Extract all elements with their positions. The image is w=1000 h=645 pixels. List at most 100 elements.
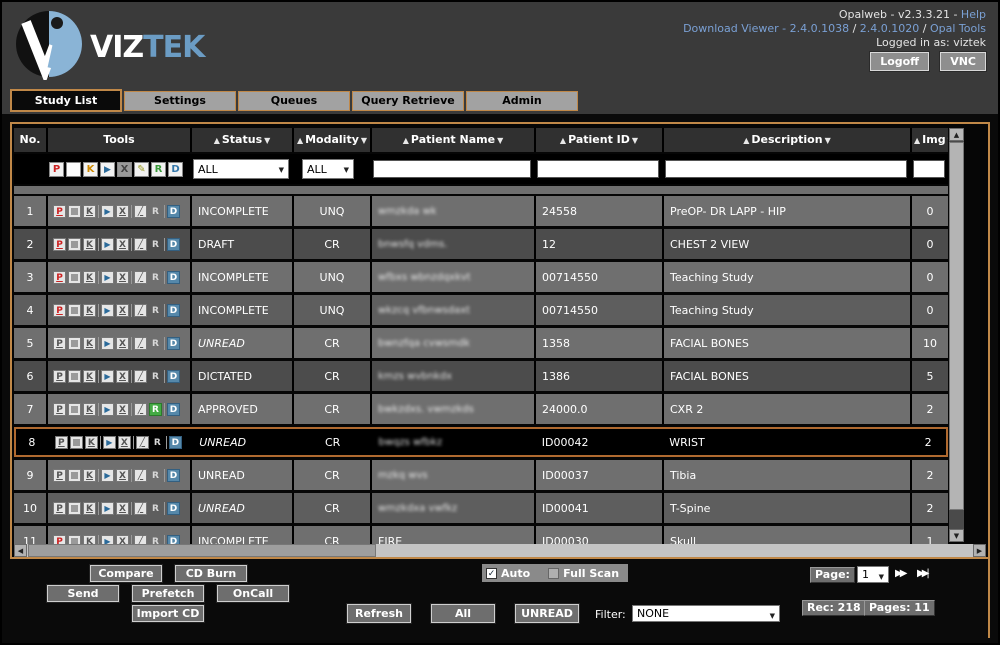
tool-x-icon[interactable]: X — [116, 469, 129, 482]
table-row[interactable]: 11PK▶X╱RDINCOMPLETECRFIREID00030Skull1 — [14, 526, 948, 544]
tool-select-checkbox-icon[interactable] — [68, 205, 81, 218]
sort-asc-icon[interactable]: ▲ — [295, 136, 305, 145]
sort-desc-icon[interactable]: ▼ — [946, 136, 948, 145]
tool-p-icon[interactable]: P — [53, 337, 66, 350]
column-header-img[interactable]: ▲Img▼ — [910, 128, 948, 152]
tool-play-icon[interactable]: ▶ — [100, 162, 115, 177]
tool-play-icon[interactable]: ▶ — [101, 205, 114, 218]
tool-d-icon[interactable]: D — [167, 535, 180, 545]
tool-k-icon[interactable]: K — [83, 502, 96, 515]
tool-k-icon[interactable]: K — [85, 436, 98, 449]
import-cd-button[interactable]: Import CD — [132, 605, 204, 622]
scroll-down-icon[interactable]: ▼ — [949, 529, 964, 542]
opal-tools-link[interactable]: Opal Tools — [930, 22, 986, 35]
tool-select-checkbox-icon[interactable] — [68, 469, 81, 482]
column-header-modality[interactable]: ▲Modality▼ — [292, 128, 370, 152]
sort-desc-icon[interactable]: ▼ — [823, 136, 833, 145]
tool-d-icon[interactable]: D — [167, 502, 180, 515]
sort-asc-icon[interactable]: ▲ — [401, 136, 411, 145]
table-row[interactable]: 8PK▶X╱RDUNREADCRbwqzs wfbkzID00042WRIST2 — [14, 427, 948, 457]
img-filter-input[interactable] — [913, 160, 945, 178]
next-page-icon[interactable]: ▶▶ — [895, 568, 904, 579]
tool-play-icon[interactable]: ▶ — [101, 271, 114, 284]
sort-asc-icon[interactable]: ▲ — [912, 136, 922, 145]
description-filter-input[interactable] — [665, 160, 907, 178]
modality-filter-dropdown[interactable]: ALL — [302, 159, 354, 179]
oncall-button[interactable]: OnCall — [217, 585, 289, 602]
tool-p-icon[interactable]: P — [53, 502, 66, 515]
column-header-status[interactable]: ▲Status▼ — [190, 128, 292, 152]
tool-select-checkbox-icon[interactable] — [68, 370, 81, 383]
tool-play-icon[interactable]: ▶ — [101, 370, 114, 383]
tool-r-icon[interactable]: R — [149, 469, 162, 482]
tool-x-icon[interactable]: X — [116, 205, 129, 218]
table-row[interactable]: 6PK▶X╱RDDICTATEDCRkmzs wvbnkdx1386FACIAL… — [14, 361, 948, 391]
tool-x-icon[interactable]: X — [116, 337, 129, 350]
tool-k-icon[interactable]: K — [83, 162, 98, 177]
tool-r-icon[interactable]: R — [149, 535, 162, 545]
tool-select-checkbox-icon[interactable] — [68, 502, 81, 515]
viewer2-link[interactable]: 2.4.0.1020 — [860, 22, 919, 35]
tool-p-icon[interactable]: P — [53, 469, 66, 482]
tool-play-icon[interactable]: ▶ — [101, 238, 114, 251]
filter-dropdown[interactable]: NONE — [632, 605, 780, 622]
tab-queues[interactable]: Queues — [238, 91, 350, 111]
tool-edit-icon[interactable]: ╱ — [134, 271, 147, 284]
tool-play-icon[interactable]: ▶ — [103, 436, 116, 449]
refresh-button[interactable]: Refresh — [347, 604, 411, 623]
tool-p-icon[interactable]: P — [53, 271, 66, 284]
sort-desc-icon[interactable]: ▼ — [262, 136, 272, 145]
tool-select-checkbox-icon[interactable] — [68, 304, 81, 317]
help-link[interactable]: Help — [961, 8, 986, 21]
sort-asc-icon[interactable]: ▲ — [741, 136, 751, 145]
scroll-right-icon[interactable]: ▶ — [973, 544, 986, 557]
tool-r-icon[interactable]: R — [149, 304, 162, 317]
scroll-up-icon[interactable]: ▲ — [949, 128, 964, 141]
tool-k-icon[interactable]: K — [83, 205, 96, 218]
tool-r-icon[interactable]: R — [149, 370, 162, 383]
tool-edit-icon[interactable]: ✎ — [134, 162, 149, 177]
compare-button[interactable]: Compare — [90, 565, 162, 582]
tool-edit-icon[interactable]: ╱ — [134, 535, 147, 545]
tool-edit-icon[interactable]: ╱ — [134, 205, 147, 218]
tool-x-icon[interactable]: X — [117, 162, 132, 177]
sort-desc-icon[interactable]: ▼ — [359, 136, 369, 145]
last-page-icon[interactable]: ▶▶| — [917, 568, 927, 579]
sort-desc-icon[interactable]: ▼ — [495, 136, 505, 145]
column-header-patient-name[interactable]: ▲Patient Name▼ — [370, 128, 534, 152]
tool-p-icon[interactable]: P — [53, 238, 66, 251]
tool-d-icon[interactable]: D — [167, 304, 180, 317]
tool-k-icon[interactable]: K — [83, 469, 96, 482]
table-row[interactable]: 10PK▶X╱RDUNREADCRwmzkdxa vwfkzID00041T-S… — [14, 493, 948, 523]
tool-select-checkbox-icon[interactable] — [68, 238, 81, 251]
tool-r-icon[interactable]: R — [149, 403, 162, 416]
tool-d-icon[interactable]: D — [167, 403, 180, 416]
status-filter-dropdown[interactable]: ALL — [193, 159, 289, 179]
vnc-button[interactable]: VNC — [940, 52, 986, 71]
unread-button[interactable]: UNREAD — [515, 604, 579, 623]
vertical-scroll-thumb[interactable] — [949, 142, 964, 510]
tool-x-icon[interactable]: X — [116, 370, 129, 383]
tool-r-icon[interactable]: R — [149, 337, 162, 350]
tool-d-icon[interactable]: D — [167, 337, 180, 350]
vertical-scrollbar[interactable]: ▲ ▼ — [949, 128, 964, 542]
table-row[interactable]: 5PK▶X╱RDUNREADCRbwnzfqa cvwsmdk1358FACIA… — [14, 328, 948, 358]
tool-play-icon[interactable]: ▶ — [101, 535, 114, 545]
horizontal-scrollbar[interactable]: ◀ ▶ — [14, 544, 986, 557]
tool-x-icon[interactable]: X — [116, 271, 129, 284]
tool-k-icon[interactable]: K — [83, 304, 96, 317]
tool-d-icon[interactable]: D — [167, 469, 180, 482]
sort-desc-icon[interactable]: ▼ — [630, 136, 640, 145]
scroll-left-icon[interactable]: ◀ — [14, 544, 27, 557]
tool-x-icon[interactable]: X — [116, 403, 129, 416]
logoff-button[interactable]: Logoff — [870, 52, 929, 71]
tool-d-icon[interactable]: D — [168, 162, 183, 177]
tab-admin[interactable]: Admin — [466, 91, 578, 111]
table-row[interactable]: 9PK▶X╱RDUNREADCRmzkq wvsID00037Tibia2 — [14, 460, 948, 490]
tool-edit-icon[interactable]: ╱ — [134, 337, 147, 350]
sort-asc-icon[interactable]: ▲ — [558, 136, 568, 145]
tool-x-icon[interactable]: X — [118, 436, 131, 449]
cd-burn-button[interactable]: CD Burn — [175, 565, 247, 582]
tool-select-checkbox-icon[interactable] — [66, 162, 81, 177]
tool-edit-icon[interactable]: ╱ — [136, 436, 149, 449]
